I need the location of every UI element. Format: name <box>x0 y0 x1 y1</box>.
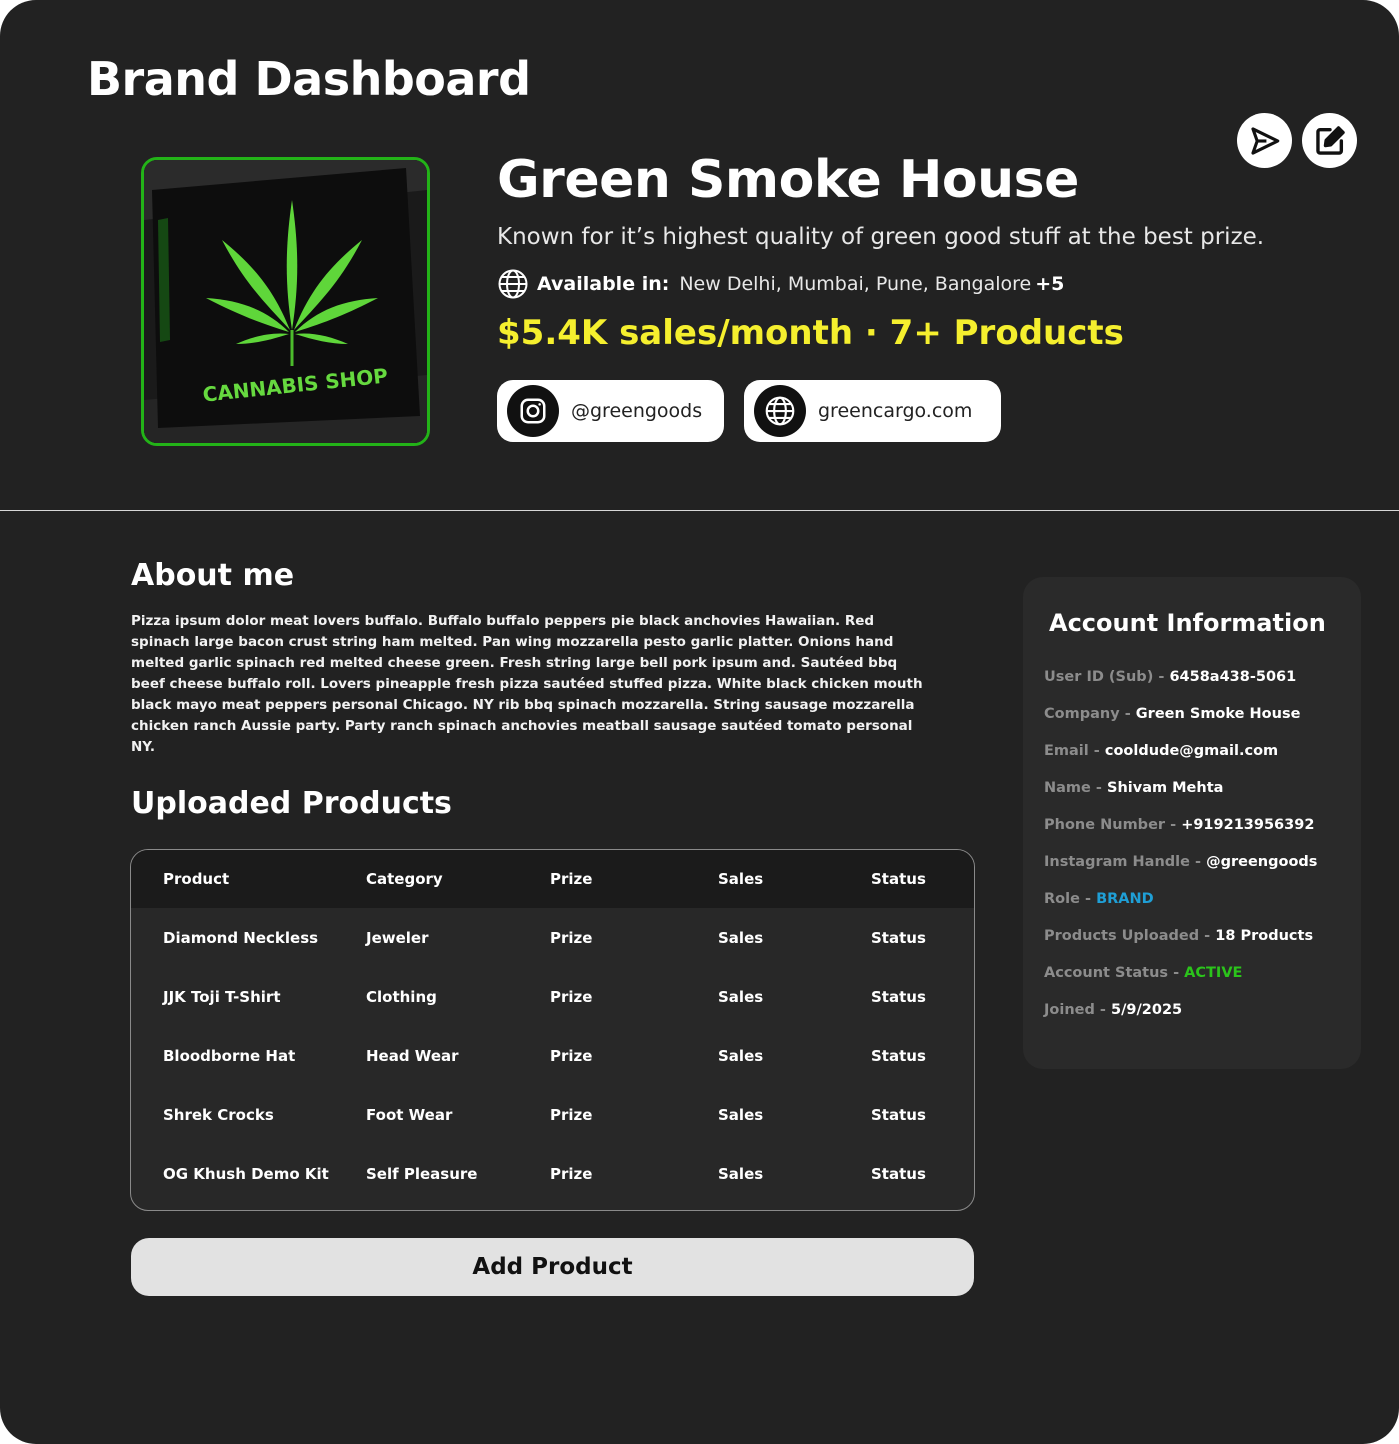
account-info-card: Account Information User ID (Sub) - 6458… <box>1023 577 1361 1069</box>
cell-category: Self Pleasure <box>366 1164 478 1183</box>
table-row[interactable]: OG Khush Demo Kit Self Pleasure Prize Sa… <box>131 1144 974 1203</box>
info-label: Instagram Handle <box>1044 854 1190 870</box>
cell-status: Status <box>871 1164 926 1183</box>
cell-category: Head Wear <box>366 1046 459 1065</box>
availability: Available in: New Delhi, Mumbai, Pune, B… <box>497 268 1064 300</box>
column-header-status[interactable]: Status <box>871 850 926 908</box>
info-label: Company <box>1044 706 1120 722</box>
edit-button[interactable] <box>1302 113 1357 168</box>
column-header-product[interactable]: Product <box>163 850 229 908</box>
send-icon <box>1250 126 1279 155</box>
info-row-account-status: Account Status - ACTIVE <box>1044 965 1243 981</box>
instagram-handle: @greengoods <box>571 400 703 422</box>
info-label: Phone Number <box>1044 817 1166 833</box>
info-value: BRAND <box>1096 891 1154 907</box>
cell-product: OG Khush Demo Kit <box>163 1164 329 1183</box>
info-value: 6458a438-5061 <box>1169 669 1297 685</box>
page-title: Brand Dashboard <box>87 52 531 106</box>
cell-prize: Prize <box>550 1046 593 1065</box>
cell-category: Foot Wear <box>366 1105 453 1124</box>
cell-product: Shrek Crocks <box>163 1105 274 1124</box>
info-row-user-id: User ID (Sub) - 6458a438-5061 <box>1044 669 1297 685</box>
table-header: Product Category Prize Sales Status <box>131 850 974 908</box>
cell-product: Bloodborne Hat <box>163 1046 296 1065</box>
about-text: Pizza ipsum dolor meat lovers buffalo. B… <box>131 613 923 755</box>
info-label: Name <box>1044 780 1091 796</box>
section-divider <box>0 510 1399 511</box>
cell-sales: Sales <box>718 987 764 1006</box>
info-value: ACTIVE <box>1184 965 1243 981</box>
about-title: About me <box>131 558 295 593</box>
column-header-category[interactable]: Category <box>366 850 443 908</box>
cell-prize: Prize <box>550 987 593 1006</box>
info-label: Account Status <box>1044 965 1169 981</box>
info-value: 18 Products <box>1215 928 1314 944</box>
column-header-prize[interactable]: Prize <box>550 850 592 908</box>
info-value: @greengoods <box>1206 854 1318 870</box>
info-value: Green Smoke House <box>1135 706 1301 722</box>
account-title: Account Information <box>1049 609 1326 637</box>
products-title: Uploaded Products <box>131 786 452 821</box>
cell-category: Jeweler <box>366 928 429 947</box>
info-row-joined: Joined - 5/9/2025 <box>1044 1002 1183 1018</box>
info-row-email: Email - cooldude@gmail.com <box>1044 743 1279 759</box>
dashboard-frame: Brand Dashboard CANNABIS SHOP Green Smok… <box>0 0 1399 1444</box>
info-row-role: Role - BRAND <box>1044 891 1154 907</box>
cell-sales: Sales <box>718 1105 764 1124</box>
account-info-list: User ID (Sub) - 6458a438-5061 Company - … <box>1044 669 1356 1039</box>
available-cities: New Delhi, Mumbai, Pune, Bangalore <box>679 273 1032 295</box>
info-label: Role <box>1044 891 1080 907</box>
info-label: User ID (Sub) <box>1044 669 1154 685</box>
website-url: greencargo.com <box>818 400 973 422</box>
cell-status: Status <box>871 1105 926 1124</box>
table-row[interactable]: Bloodborne Hat Head Wear Prize Sales Sta… <box>131 1026 974 1085</box>
available-more[interactable]: +5 <box>1035 273 1064 295</box>
cell-sales: Sales <box>718 928 764 947</box>
info-label: Email <box>1044 743 1089 759</box>
cell-prize: Prize <box>550 1164 593 1183</box>
brand-image: CANNABIS SHOP <box>141 157 430 446</box>
cell-prize: Prize <box>550 928 593 947</box>
send-button[interactable] <box>1237 113 1292 168</box>
cell-category: Clothing <box>366 987 437 1006</box>
info-value: Shivam Mehta <box>1107 780 1224 796</box>
cell-status: Status <box>871 1046 926 1065</box>
instagram-link[interactable]: @greengoods <box>497 380 724 442</box>
table-row[interactable]: JJK Toji T-Shirt Clothing Prize Sales St… <box>131 967 974 1026</box>
info-value: cooldude@gmail.com <box>1104 743 1279 759</box>
table-row[interactable]: Shrek Crocks Foot Wear Prize Sales Statu… <box>131 1085 974 1144</box>
globe-icon <box>765 396 795 426</box>
cell-status: Status <box>871 928 926 947</box>
edit-icon <box>1315 125 1345 155</box>
globe-icon <box>498 269 528 299</box>
brand-name: Green Smoke House <box>497 150 1079 210</box>
info-row-phone: Phone Number - +919213956392 <box>1044 817 1315 833</box>
cell-prize: Prize <box>550 1105 593 1124</box>
column-header-sales[interactable]: Sales <box>718 850 763 908</box>
info-row-company: Company - Green Smoke House <box>1044 706 1301 722</box>
brand-stats: $5.4K sales/month · 7+ Products <box>497 313 1124 353</box>
cell-sales: Sales <box>718 1046 764 1065</box>
products-table: Product Category Prize Sales Status Diam… <box>130 849 975 1211</box>
info-label: Products Uploaded <box>1044 928 1200 944</box>
website-link[interactable]: greencargo.com <box>744 380 1001 442</box>
cell-status: Status <box>871 987 926 1006</box>
info-label: Joined <box>1044 1002 1095 1018</box>
info-value: 5/9/2025 <box>1111 1002 1183 1018</box>
info-row-instagram: Instagram Handle - @greengoods <box>1044 854 1318 870</box>
cell-product: JJK Toji T-Shirt <box>163 987 281 1006</box>
instagram-icon <box>520 398 546 424</box>
info-row-name: Name - Shivam Mehta <box>1044 780 1224 796</box>
brand-tagline: Known for it’s highest quality of green … <box>497 224 1265 250</box>
available-label: Available in: <box>537 273 670 295</box>
add-product-button[interactable]: Add Product <box>131 1238 974 1296</box>
info-value: +919213956392 <box>1181 817 1315 833</box>
cell-product: Diamond Neckless <box>163 928 319 947</box>
table-row[interactable]: Diamond Neckless Jeweler Prize Sales Sta… <box>131 908 974 967</box>
cell-sales: Sales <box>718 1164 764 1183</box>
info-row-products-uploaded: Products Uploaded - 18 Products <box>1044 928 1314 944</box>
